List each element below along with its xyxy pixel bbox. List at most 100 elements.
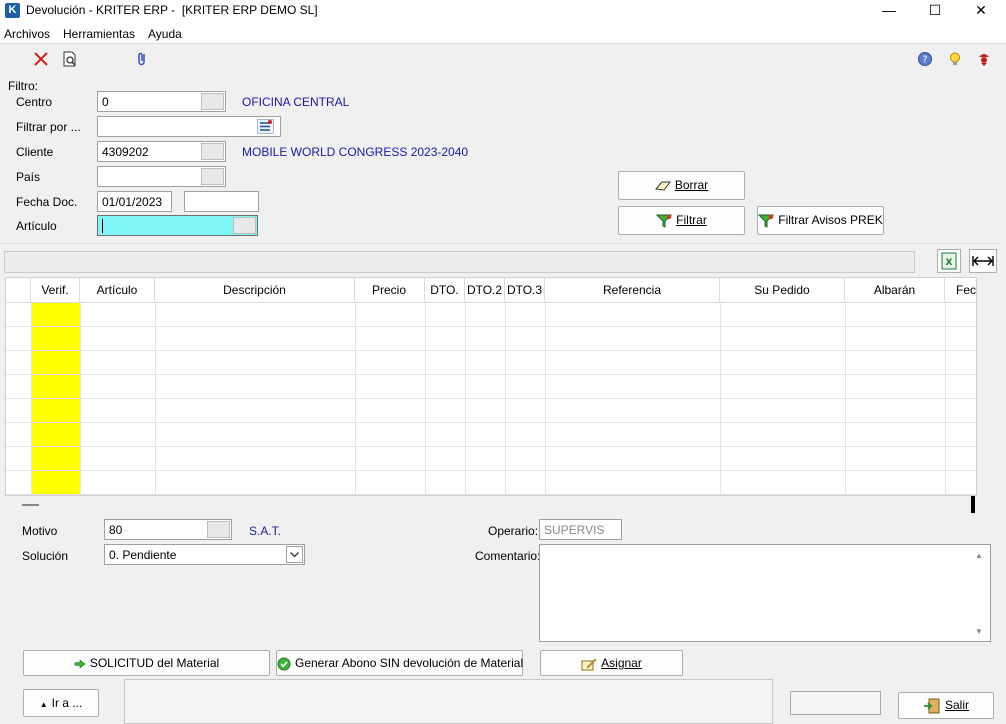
edit-icon [581,658,597,671]
scroll-down-icon[interactable]: ▼ [975,627,983,636]
app-logo-icon: K [5,3,20,18]
cliente-value: 4309202 [102,145,149,159]
centro-lookup-button[interactable] [201,93,224,110]
cliente-lookup-button[interactable] [201,143,224,160]
triangle-up-icon: ▲ [39,700,48,709]
grid-line [465,303,466,495]
borrar-label: Borrar [674,178,709,192]
resize-columns-icon [972,256,994,266]
centro-value: 0 [102,95,109,109]
status-field [790,691,881,715]
tip-icon[interactable] [947,51,963,67]
support-icon[interactable] [976,51,992,67]
col-header-albaran[interactable]: Albarán [845,278,945,303]
arrow-right-icon [74,659,86,669]
ir-a-button[interactable]: ▲ Ir a ... [23,689,99,717]
grid-hscroll[interactable] [5,496,977,514]
col-header-descripcion[interactable]: Descripción [155,278,355,303]
centro-label: Centro [16,95,53,109]
pais-lookup-button[interactable] [201,168,224,185]
grid-line [425,303,426,495]
filtrar-por-field[interactable] [97,116,281,137]
operario-label: Operario: [488,524,539,538]
ir-a-label: Ir a ... [51,696,83,710]
col-header-dto2[interactable]: DTO.2 [465,278,505,303]
solucion-select[interactable]: 0. Pendiente [104,544,305,565]
funnel-icon [656,214,673,228]
filtrar-por-label: Filtrar por ... [16,120,81,134]
grid-group-bar [4,251,915,273]
window-title: Devolución - KRITER ERP - [KRITER ERP DE… [26,3,318,17]
menu-herramientas[interactable]: Herramientas [63,27,135,41]
articulo-lookup-button[interactable] [233,217,256,234]
svg-text:X: X [946,258,953,268]
menu-archivos[interactable]: Archivos [4,27,50,41]
excel-icon: X [941,252,957,270]
close-window-button[interactable]: ✕ [958,0,1004,22]
grid-line [945,303,946,495]
fecha-hasta-field[interactable] [184,191,259,212]
table-row[interactable] [6,494,976,495]
check-circle-icon [277,657,291,671]
table-row[interactable] [6,470,976,471]
table-row[interactable] [6,374,976,375]
asignar-label: Asignar [601,656,642,670]
minimize-button[interactable]: — [866,0,912,22]
borrar-button[interactable]: Borrar [618,171,745,200]
solicitud-material-button[interactable]: SOLICITUD del Material [23,650,270,676]
motivo-lookup-button[interactable] [207,521,230,538]
asignar-button[interactable]: Asignar [540,650,683,676]
filter-options-icon[interactable] [257,119,274,134]
motivo-description: S.A.T. [249,524,282,538]
generar-abono-label: Generar Abono SIN devolución de Material [295,656,524,670]
export-excel-button[interactable]: X [937,249,961,273]
delete-icon[interactable] [33,51,49,67]
grid-line [505,303,506,495]
articulo-label: Artículo [16,219,57,233]
filtrar-avisos-prek-button[interactable]: Filtrar Avisos PREK [757,206,884,235]
col-header-fecha[interactable]: Fec [945,278,976,303]
fecha-desde-field[interactable]: 01/01/2023 [97,191,172,212]
preview-icon[interactable] [62,51,78,67]
table-row[interactable] [6,446,976,447]
col-header-dto[interactable]: DTO. [425,278,465,303]
fecha-doc-label: Fecha Doc. [16,195,78,209]
filtrar-button[interactable]: Filtrar [618,206,745,235]
attach-icon[interactable] [134,51,150,67]
auto-fit-columns-button[interactable] [969,249,997,273]
solucion-dropdown-button[interactable] [286,546,303,563]
verif-column-cells[interactable] [31,303,80,495]
eraser-icon [654,181,671,191]
salir-button[interactable]: Salir [898,692,994,719]
cliente-description: MOBILE WORLD CONGRESS 2023-2040 [242,145,469,159]
filtrar-avisos-label: Filtrar Avisos PREK [778,213,883,227]
menu-ayuda[interactable]: Ayuda [148,27,182,41]
generar-abono-button[interactable]: Generar Abono SIN devolución de Material [276,650,523,676]
col-header-referencia[interactable]: Referencia [545,278,720,303]
table-row[interactable] [6,398,976,399]
col-header-precio[interactable]: Precio [355,278,425,303]
toolbar: ? [0,44,1006,74]
solicitud-label: SOLICITUD del Material [89,656,220,670]
col-header-verif[interactable]: Verif. [31,278,80,303]
funnel-icon [758,214,775,228]
hscroll-thumb[interactable] [22,504,39,506]
grid-line [545,303,546,495]
scroll-up-icon[interactable]: ▲ [975,551,983,560]
col-header-articulo[interactable]: Artículo [80,278,155,303]
table-row[interactable] [6,350,976,351]
comentario-label: Comentario: [475,549,541,563]
grid-line [31,303,32,495]
maximize-button[interactable]: ☐ [912,0,958,22]
chevron-down-icon [290,552,299,558]
table-row[interactable] [6,326,976,327]
col-header-su-pedido[interactable]: Su Pedido [720,278,845,303]
col-header-dto3[interactable]: DTO.3 [505,278,545,303]
grid-line [845,303,846,495]
title-bar: K Devolución - KRITER ERP - [KRITER ERP … [0,0,1006,22]
table-row[interactable] [6,422,976,423]
help-icon[interactable]: ? [917,51,933,67]
comentario-textarea[interactable]: ▲ ▼ [539,544,991,642]
motivo-label: Motivo [22,524,58,538]
devolucion-grid[interactable]: Verif. Artículo Descripción Precio DTO. … [5,277,977,496]
